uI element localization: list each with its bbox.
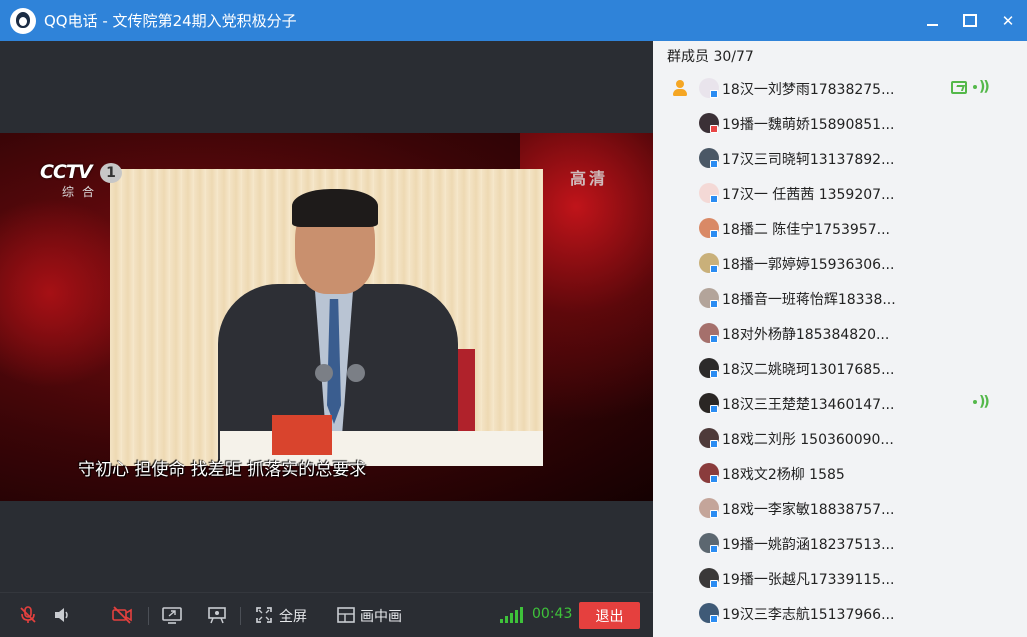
member-row[interactable]: 18播一郭婷婷15936306... [653,246,1027,281]
member-name: 19播一张越凡17339115... [722,572,895,588]
member-name: 18戏二刘彤 150360090... [722,432,894,448]
mic-muted-icon[interactable] [16,603,40,627]
member-name: 18汉二姚晓珂13017685... [722,362,895,378]
screen-sharing-icon [951,81,967,94]
close-icon[interactable]: ✕ [989,0,1027,41]
member-row[interactable]: 19播一张越凡17339115... [653,561,1027,596]
member-name: 19播一姚韵涵18237513... [722,537,895,553]
member-list: 18汉一刘梦雨17838275...)) 19播一魏萌娇15890851... 17… [653,71,1027,631]
channel-sub: 综合 [62,185,103,199]
window-controls: ✕ [913,0,1027,41]
device-badge-icon [710,370,718,378]
device-badge-icon [710,405,718,413]
call-toolbar: 全屏 画中画 00:43 退出 [0,592,653,637]
picture-in-picture-button[interactable]: 画中画 [360,606,402,626]
member-row[interactable]: 18汉一刘梦雨17838275...)) [653,71,1027,106]
fullscreen-icon[interactable] [252,603,276,627]
member-name: 19播一魏萌娇15890851... [722,117,895,133]
members-panel: 群成员 30/77 18汉一刘梦雨17838275...)) 19播一魏萌娇158… [653,41,1027,637]
member-name: 19汉三李志航15137966... [722,607,895,623]
video-subtitle: 守初心 担使命 找差距 抓落实的总要求 [78,460,367,480]
member-name: 18播音一班蒋怡辉18338... [722,292,896,308]
maximize-icon[interactable] [951,0,989,41]
presentation-icon[interactable] [205,603,229,627]
member-row[interactable]: 18汉三王楚楚13460147...)) [653,386,1027,421]
member-row[interactable]: 17汉一 任茜茜 1359207... [653,176,1027,211]
member-row[interactable]: 18播二 陈佳宁1753957... [653,211,1027,246]
shared-video[interactable]: CCTV 1 综合 高清 守初心 担使命 找差距 抓落实的总要求 [0,133,653,501]
device-badge-icon [710,230,718,238]
video-inset [110,169,543,466]
screen-share-icon[interactable] [160,603,184,627]
microphone-shape [347,364,365,382]
member-name: 18播二 陈佳宁1753957... [722,222,890,238]
member-row[interactable]: 19播一姚韵涵18237513... [653,526,1027,561]
member-name: 18汉一刘梦雨17838275... [722,82,895,98]
qq-logo-icon [10,7,36,34]
device-badge-icon [710,335,718,343]
speaker-hair [292,189,378,227]
member-row[interactable]: 18对外杨静185384820... [653,316,1027,351]
group-owner-icon [671,79,689,97]
fullscreen-button[interactable]: 全屏 [279,606,307,626]
device-badge-icon [710,265,718,273]
device-badge-icon [710,440,718,448]
speaking-icon: )) [973,79,990,95]
nameplate-shape [272,415,332,455]
camera-off-icon[interactable] [110,603,134,627]
member-row[interactable]: 18戏文2杨柳 1585 [653,456,1027,491]
microphone-shape [315,364,333,382]
member-row[interactable]: 18汉二姚晓珂13017685... [653,351,1027,386]
device-badge-icon [710,475,718,483]
quality-badge: 高清 [570,169,609,188]
member-name: 17汉一 任茜茜 1359207... [722,187,895,203]
exit-call-button[interactable]: 退出 [579,602,640,629]
device-badge-icon [710,580,718,588]
members-count: 群成员 30/77 [667,49,754,65]
member-name: 18戏文2杨柳 1585 [722,467,845,483]
toolbar-separator [240,607,241,625]
device-badge-icon [710,615,718,623]
speaking-icon: )) [973,394,990,410]
window-title: QQ电话 - 文传院第24期入党积极分子 [44,12,297,30]
channel-logo: CCTV [40,161,93,183]
channel-number: 1 [100,163,122,183]
minimize-icon[interactable] [913,0,951,41]
member-name: 18汉三王楚楚13460147... [722,397,895,413]
member-row[interactable]: 18戏一李家敏18838757... [653,491,1027,526]
member-name: 18对外杨静185384820... [722,327,890,343]
toolbar-separator [148,607,149,625]
picture-in-picture-icon[interactable] [334,603,358,627]
device-badge-icon [710,545,718,553]
member-name: 18戏一李家敏18838757... [722,502,895,518]
device-badge-icon [710,125,718,133]
member-row[interactable]: 18播音一班蒋怡辉18338... [653,281,1027,316]
title-bar: QQ电话 - 文传院第24期入党积极分子 ✕ [0,0,1027,41]
member-row[interactable]: 17汉三司晓轲13137892... [653,141,1027,176]
member-row[interactable]: 18戏二刘彤 150360090... [653,421,1027,456]
speaker-icon[interactable] [50,603,74,627]
device-badge-icon [710,195,718,203]
device-badge-icon [710,90,718,98]
device-badge-icon [710,510,718,518]
member-row[interactable]: 19播一魏萌娇15890851... [653,106,1027,141]
call-timer: 00:43 [532,606,573,622]
member-name: 17汉三司晓轲13137892... [722,152,895,168]
member-row[interactable]: 19汉三李志航15137966... [653,596,1027,631]
device-badge-icon [710,160,718,168]
signal-strength-icon [500,607,524,623]
video-area: CCTV 1 综合 高清 守初心 担使命 找差距 抓落实的总要求 [0,41,653,592]
member-name: 18播一郭婷婷15936306... [722,257,895,273]
device-badge-icon [710,300,718,308]
